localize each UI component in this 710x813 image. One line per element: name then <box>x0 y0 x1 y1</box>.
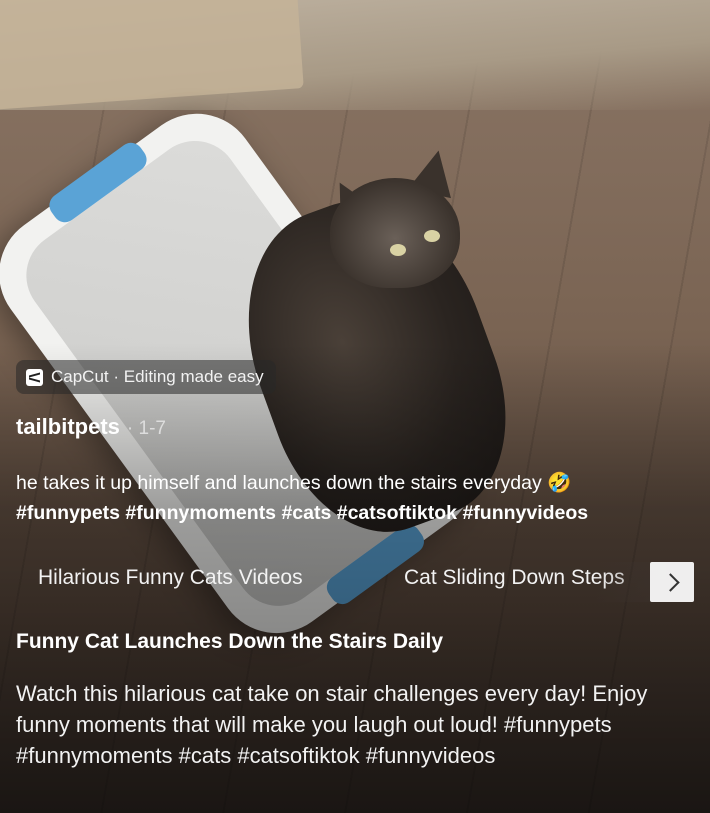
next-chips-button[interactable] <box>650 562 694 602</box>
chevron-right-icon <box>660 572 680 592</box>
cat-head <box>330 178 460 288</box>
caption-hashtags[interactable]: #funnypets #funnymoments #cats #catsofti… <box>16 498 696 528</box>
cat-eye <box>390 244 406 256</box>
post-date: · 1-7 <box>126 418 166 439</box>
caption-text: he takes it up himself and launches down… <box>16 472 572 494</box>
related-search-chip[interactable]: Hilarious Funny Cats Videos <box>38 566 303 590</box>
related-search-chip[interactable]: Cat Sliding Down Steps <box>404 566 625 590</box>
capcut-badge-label: CapCut · Editing made easy <box>51 367 264 386</box>
post-caption: he takes it up himself and launches down… <box>16 468 696 528</box>
related-searches: Hilarious Funny Cats Videos Cat Sliding … <box>0 562 710 602</box>
cat-eye <box>424 230 440 242</box>
capcut-badge[interactable]: CapCut · Editing made easy <box>16 360 276 394</box>
author-username[interactable]: tailbitpets <box>16 414 120 440</box>
capcut-icon <box>26 368 43 386</box>
video-description: Watch this hilarious cat take on stair c… <box>16 681 648 768</box>
author-row: tailbitpets · 1-7 <box>16 414 166 440</box>
video-title: Funny Cat Launches Down the Stairs Daily <box>16 630 444 653</box>
